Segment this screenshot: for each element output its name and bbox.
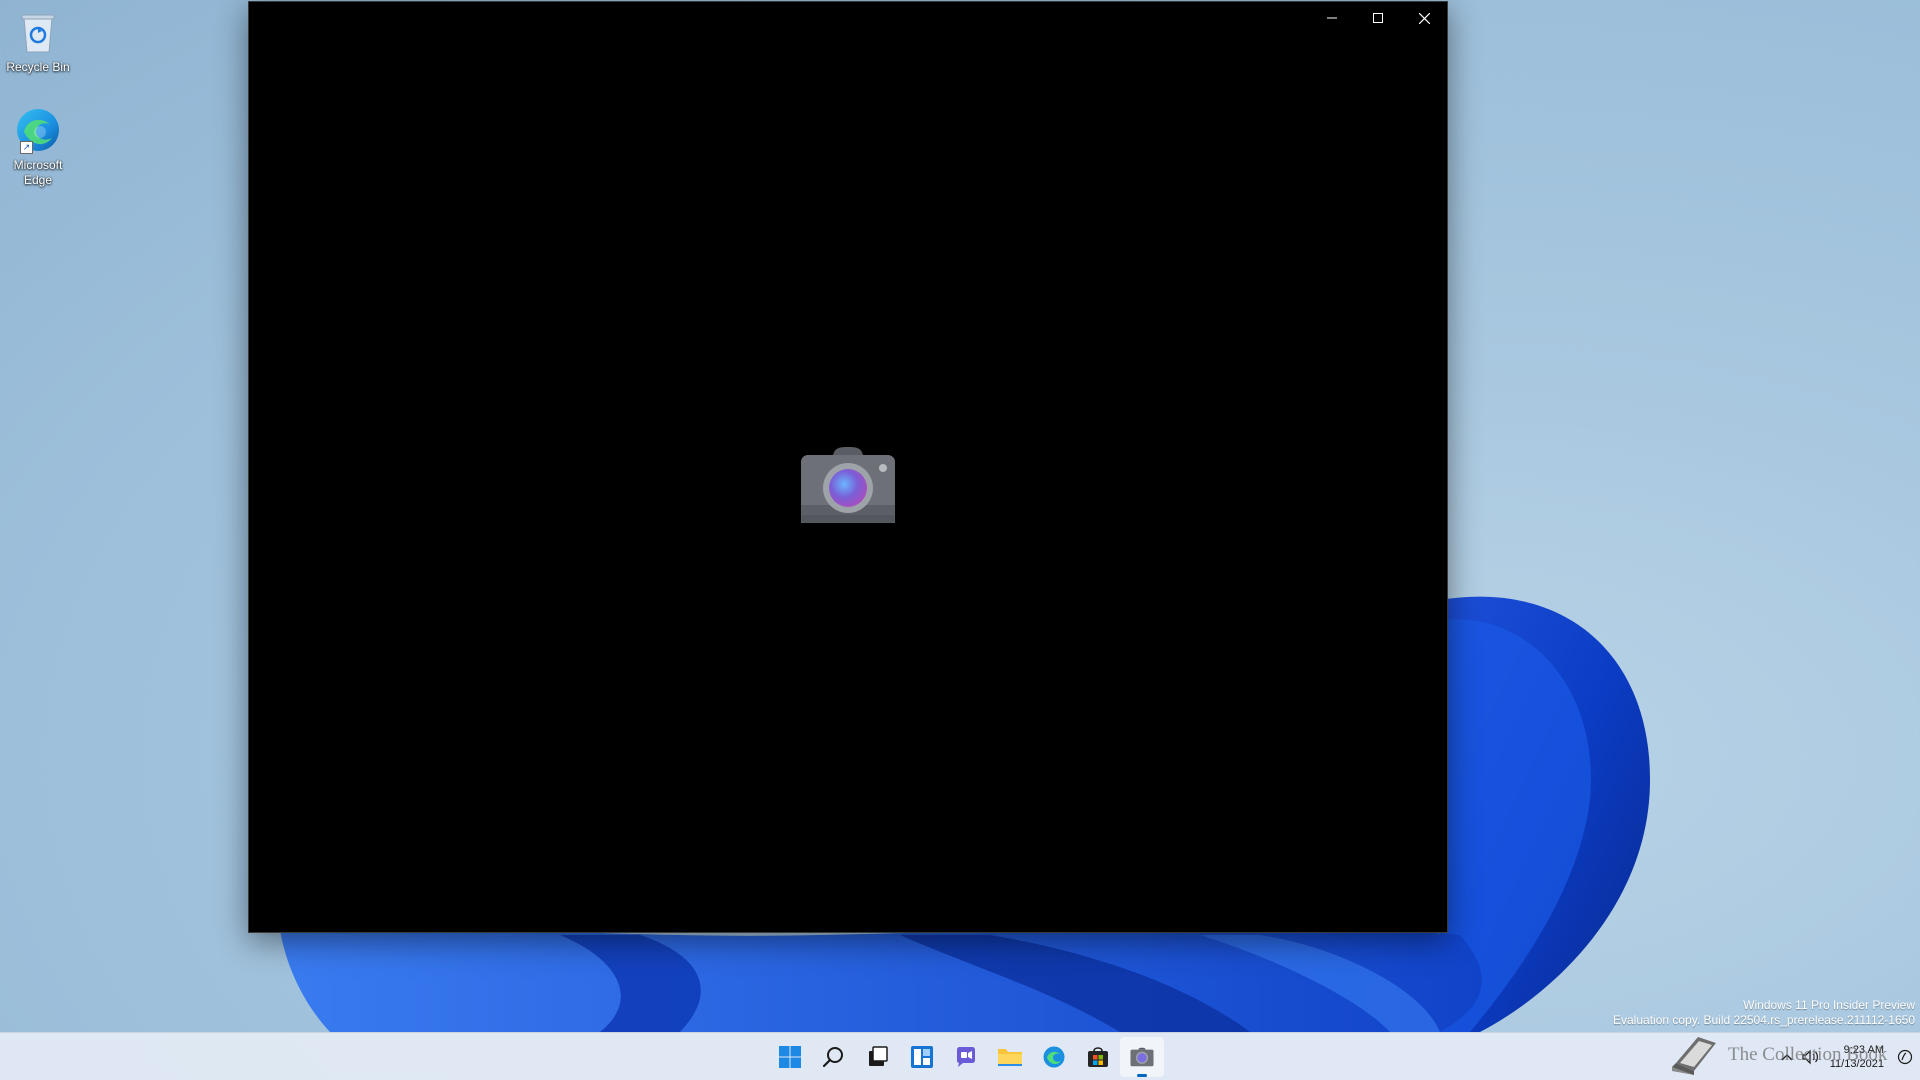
task-view-button[interactable] [856,1037,900,1077]
search-icon [822,1047,843,1068]
search-button[interactable] [812,1037,856,1077]
widgets-button[interactable] [900,1037,944,1077]
file-explorer-button[interactable] [988,1037,1032,1077]
title-bar [1309,2,1447,34]
clock-date: 11/13/2021 [1829,1058,1884,1070]
notification-icon [1897,1049,1913,1065]
store-button[interactable] [1076,1037,1120,1077]
chevron-up-icon [1781,1054,1793,1061]
start-button[interactable] [768,1037,812,1077]
system-tray: 9:23 AM 11/13/2021 [1776,1033,1920,1080]
shortcut-arrow-icon: ↗ [20,141,33,154]
edge-taskbar-button[interactable] [1032,1037,1076,1077]
build-watermark: Windows 11 Pro Insider Preview Evaluatio… [1613,998,1915,1028]
chat-button[interactable] [944,1037,988,1077]
desktop-icon-edge[interactable]: ↗ Microsoft Edge [2,104,74,188]
widgets-icon [911,1046,933,1068]
watermark-line-1: Windows 11 Pro Insider Preview [1743,998,1915,1012]
windows-logo-icon [779,1046,801,1068]
camera-icon [1130,1047,1154,1067]
volume-icon [1802,1049,1818,1065]
show-hidden-icons-button[interactable] [1776,1037,1798,1077]
camera-taskbar-button[interactable] [1120,1037,1164,1077]
recycle-bin-label: Recycle Bin [6,60,70,74]
task-view-icon [869,1046,888,1066]
clock-time: 9:23 AM [1843,1044,1884,1056]
edge-label: Microsoft Edge [13,158,63,187]
taskbar: 9:23 AM 11/13/2021 [0,1032,1920,1080]
active-app-indicator [1137,1074,1147,1077]
recycle-bin-icon [12,6,64,58]
close-button[interactable] [1401,2,1447,34]
minimize-button[interactable] [1309,2,1355,34]
chat-icon [957,1047,975,1067]
watermark-line-2: Evaluation copy. Build 22504.rs_prerelea… [1613,1013,1915,1027]
camera-icon [799,445,897,525]
close-icon [1418,12,1430,24]
taskbar-apps [768,1033,1164,1080]
notifications-button[interactable] [1890,1037,1920,1077]
minimize-icon [1327,17,1337,19]
desktop-icon-recycle-bin[interactable]: Recycle Bin [2,6,74,75]
edge-icon [1043,1046,1065,1068]
volume-button[interactable] [1798,1037,1824,1077]
edge-icon: ↗ [12,104,64,156]
folder-icon [998,1049,1022,1066]
camera-window[interactable] [248,1,1448,933]
maximize-icon [1373,13,1383,23]
store-icon [1088,1047,1108,1067]
maximize-button[interactable] [1355,2,1401,34]
clock[interactable]: 9:23 AM 11/13/2021 [1824,1037,1890,1077]
